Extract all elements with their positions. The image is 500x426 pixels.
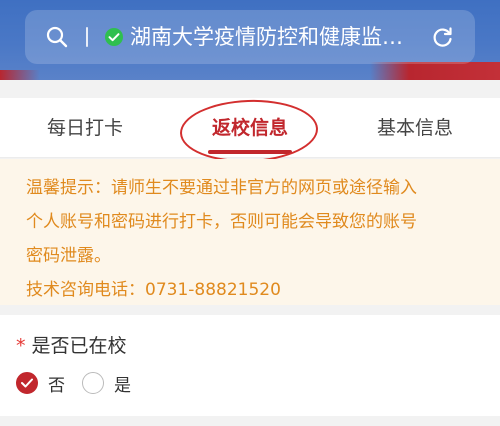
radio-unchecked-icon[interactable]: [82, 372, 104, 394]
tab-basic-info[interactable]: 基本信息: [355, 98, 475, 158]
notice-line: 个人账号和密码进行打卡，否则可能会导致您的账号: [26, 212, 417, 232]
search-icon[interactable]: [45, 25, 69, 49]
option-yes[interactable]: 是: [82, 368, 131, 398]
support-phone: 技术咨询电话：0731-88821520: [26, 280, 281, 300]
option-yes-label: 是: [114, 375, 131, 396]
tab-daily-checkin[interactable]: 每日打卡: [25, 98, 145, 158]
notice-line: 密码泄露。: [26, 246, 111, 266]
address-bar[interactable]: 湖南大学疫情防控和健康监…: [25, 10, 475, 64]
question-text: 是否已在校: [31, 335, 127, 357]
reload-icon[interactable]: [430, 25, 455, 50]
warning-notice: 温馨提示：请师生不要通过非官方的网页或途径输入 个人账号和密码进行打卡，否则可能…: [0, 159, 500, 305]
secure-check-icon: [104, 27, 124, 47]
option-no-label: 否: [48, 375, 65, 396]
required-mark: *: [16, 335, 26, 357]
question-label: * 是否已在校: [16, 331, 127, 358]
page-title[interactable]: 湖南大学疫情防控和健康监…: [130, 21, 420, 53]
radio-checked-icon[interactable]: [16, 372, 38, 394]
option-no[interactable]: 否: [16, 368, 65, 398]
header-banner-decoration-left: [0, 70, 40, 80]
header-banner-decoration: [370, 62, 500, 80]
address-bar-divider: [86, 27, 88, 47]
question-on-campus: * 是否已在校 否 是: [0, 315, 500, 416]
notice-line: 温馨提示：请师生不要通过非官方的网页或途径输入: [26, 178, 417, 198]
browser-header: 湖南大学疫情防控和健康监…: [0, 0, 500, 80]
